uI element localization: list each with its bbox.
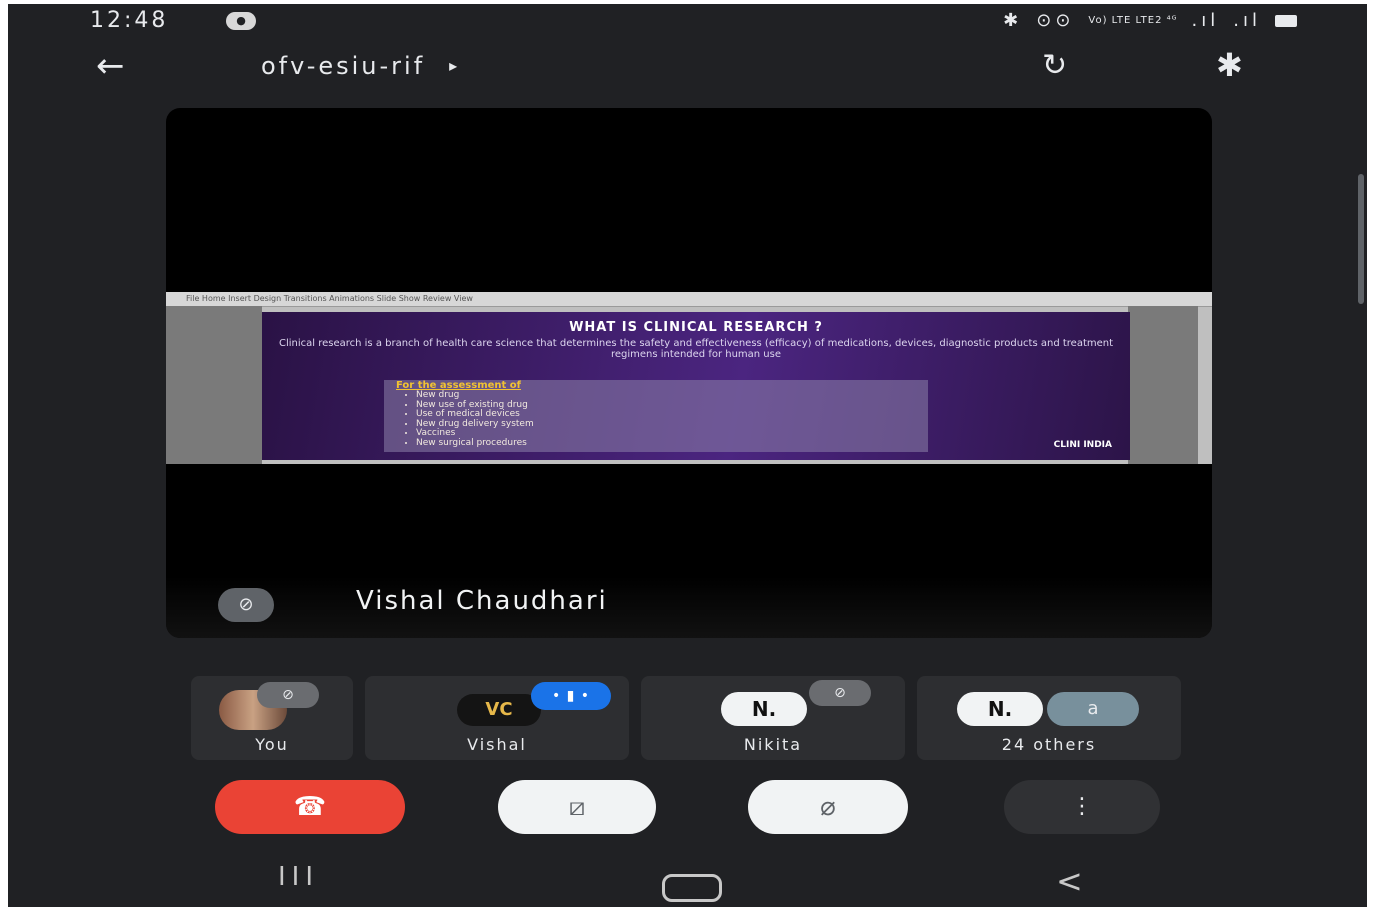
avatar: N. — [721, 692, 807, 726]
participant-tile-vishal[interactable]: VC • ▮ • Vishal — [365, 676, 629, 760]
signal-icon: .ıl — [1191, 10, 1220, 31]
avatar: VC — [457, 694, 541, 726]
app-bar: ← ofv-esiu-rif ▸ ↻ ✱ — [8, 44, 1367, 94]
main-video-stage[interactable]: File Home Insert Design Transitions Anim… — [166, 108, 1212, 638]
network-type-label: Vo) LTE LTE2 ⁴ᴳ — [1088, 14, 1178, 26]
avatar: a — [1047, 692, 1139, 726]
meeting-code-text: ofv-esiu-rif — [261, 52, 426, 80]
presenter-name: Vishal Chaudhari — [356, 586, 608, 616]
mic-off-icon: ⊘ — [809, 680, 871, 706]
recent-apps-icon[interactable]: III — [278, 862, 319, 892]
assessment-box: For the assessment of New drug New use o… — [384, 380, 928, 452]
signal-icon: .ıl — [1233, 10, 1261, 31]
scrollbar[interactable] — [1358, 174, 1364, 304]
shared-screen: File Home Insert Design Transitions Anim… — [166, 292, 1212, 464]
bluetooth-icon: ✱ — [1003, 10, 1023, 31]
assessment-list: New drug New use of existing drug Use of… — [396, 390, 928, 449]
list-item: New drug delivery system — [416, 419, 928, 430]
vowifi-icon: ⊙⊙ — [1036, 10, 1075, 31]
slide-body-text: Clinical research is a branch of health … — [278, 338, 1114, 360]
call-controls: ☎ ⧄ ⌀ ⋮ — [8, 776, 1367, 840]
meeting-code[interactable]: ofv-esiu-rif ▸ — [261, 52, 460, 80]
participant-tile-others[interactable]: N. a 24 others — [917, 676, 1181, 760]
expand-arrow-icon: ▸ — [449, 56, 461, 75]
mic-toggle-button[interactable]: ⌀ — [748, 780, 908, 834]
meet-call-screen: 12:48 ● ✱ ⊙⊙ Vo) LTE LTE2 ⁴ᴳ .ıl .ıl ← o… — [8, 4, 1367, 907]
participant-tile-you[interactable]: ⊘ You — [191, 676, 353, 760]
avatar: N. — [957, 692, 1043, 726]
nav-back-icon[interactable]: < — [1056, 862, 1083, 900]
back-arrow-icon[interactable]: ← — [96, 46, 125, 86]
participant-name: 24 others — [1001, 735, 1097, 754]
slide-thumbnails-pane — [166, 306, 262, 464]
participant-tiles: ⊘ You VC • ▮ • Vishal N. ⊘ Nikita N. a 2… — [191, 676, 1187, 760]
camera-off-icon: ⧄ — [568, 792, 586, 822]
slide-logo: CLINI INDIA — [1053, 440, 1112, 450]
home-icon[interactable] — [662, 874, 722, 902]
list-item: New surgical procedures — [416, 438, 928, 449]
slide-title: WHAT IS CLINICAL RESEARCH ? — [569, 320, 823, 335]
participant-name: Vishal — [467, 735, 527, 754]
participant-name: You — [255, 735, 289, 754]
status-time: 12:48 — [90, 8, 169, 33]
end-call-button[interactable]: ☎ — [215, 780, 405, 834]
status-icons: ✱ ⊙⊙ Vo) LTE LTE2 ⁴ᴳ .ıl .ıl — [1003, 10, 1297, 31]
mic-off-icon: ⊘ — [257, 682, 319, 708]
battery-icon — [1275, 14, 1297, 27]
more-vert-icon: ⋮ — [1071, 794, 1093, 819]
status-bar: 12:48 ● ✱ ⊙⊙ Vo) LTE LTE2 ⁴ᴳ .ıl .ıl — [8, 4, 1367, 40]
notification-badge: ● — [226, 12, 256, 30]
presenter-bar: ⊘ Vishal Chaudhari — [166, 576, 1212, 638]
flip-camera-icon[interactable]: ↻ — [1042, 48, 1067, 83]
more-options-button[interactable]: ⋮ — [1004, 780, 1160, 834]
presentation-slide: WHAT IS CLINICAL RESEARCH ? Clinical res… — [262, 312, 1130, 460]
mic-off-icon: ⌀ — [820, 792, 836, 822]
participant-name: Nikita — [743, 735, 803, 754]
camera-toggle-button[interactable]: ⧄ — [498, 780, 656, 834]
phone-hangup-icon: ☎ — [293, 792, 327, 822]
system-nav-bar: III < — [8, 862, 1367, 907]
presentation-toolbar: File Home Insert Design Transitions Anim… — [166, 292, 1212, 307]
slide-side-pane — [1128, 306, 1198, 464]
audio-output-bluetooth-icon[interactable]: ✱ — [1216, 46, 1243, 84]
participant-tile-nikita[interactable]: N. ⊘ Nikita — [641, 676, 905, 760]
mic-off-icon: ⊘ — [218, 588, 274, 622]
assessment-heading: For the assessment of — [396, 380, 522, 391]
speaking-indicator-icon: • ▮ • — [531, 682, 611, 710]
